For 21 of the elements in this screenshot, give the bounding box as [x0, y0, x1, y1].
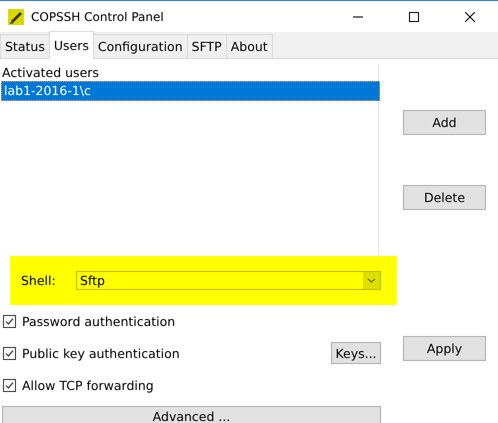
- checkbox[interactable]: [3, 346, 16, 360]
- tab[interactable]: Status: [0, 34, 50, 58]
- list-header: Activated users: [2, 64, 100, 81]
- keys-button[interactable]: Keys...: [331, 342, 381, 364]
- add-button[interactable]: Add: [403, 110, 486, 135]
- window-title: COPSSH Control Panel: [31, 10, 164, 24]
- shell-label: Shell:: [21, 273, 57, 288]
- checkbox[interactable]: [3, 378, 16, 392]
- delete-button[interactable]: Delete: [403, 185, 486, 210]
- checkbox-label: Password authentication: [22, 314, 176, 328]
- list-item[interactable]: lab1-2016-1\c: [1, 81, 380, 101]
- shell-dropdown[interactable]: Sftp: [76, 271, 381, 290]
- tab[interactable]: About: [226, 34, 273, 58]
- dropdown-icon: [363, 272, 380, 289]
- advanced-button[interactable]: Advanced ...: [2, 406, 381, 423]
- checkbox-label: Public key authentication: [22, 346, 180, 360]
- tab[interactable]: Users: [48, 31, 94, 59]
- apply-button[interactable]: Apply: [403, 336, 486, 361]
- app-icon: [8, 8, 24, 24]
- checkbox-label: Allow TCP forwarding: [22, 378, 154, 392]
- checkbox[interactable]: [3, 314, 16, 328]
